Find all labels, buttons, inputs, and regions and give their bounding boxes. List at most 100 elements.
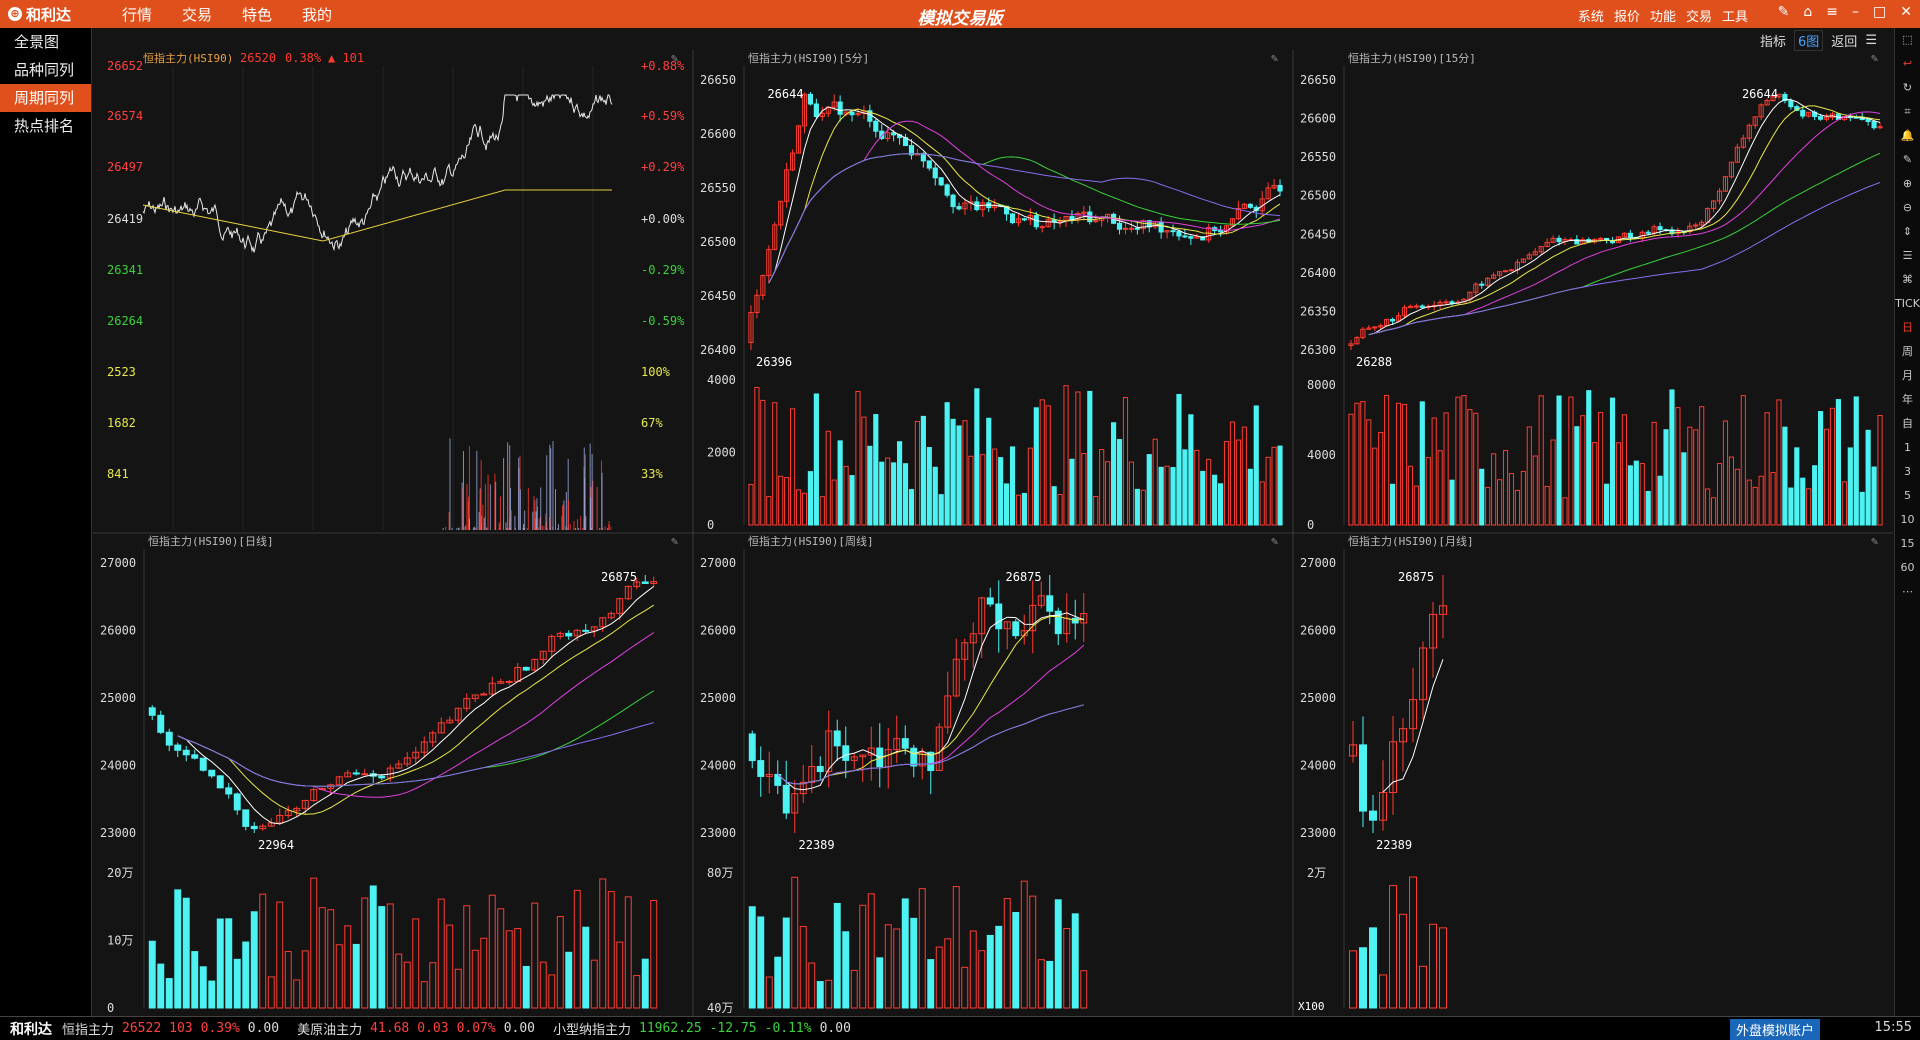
- menu-system[interactable]: 系统: [1578, 6, 1604, 25]
- vol-tick-label: 0: [707, 518, 714, 532]
- tool-2[interactable]: ↻: [1895, 76, 1920, 100]
- volume-bar: [1711, 497, 1717, 526]
- menu-market[interactable]: 行情: [122, 4, 152, 25]
- y-tick-label: 26000: [100, 624, 136, 638]
- tool-8[interactable]: ⇕: [1895, 220, 1920, 244]
- volume-bar: [1235, 439, 1241, 526]
- volume-bar: [157, 963, 165, 1009]
- volume-bar: [216, 918, 224, 1009]
- volume-bar: [893, 928, 901, 1009]
- candle: [1390, 318, 1396, 322]
- volume-bar: [897, 441, 903, 526]
- menu-trading[interactable]: 交易: [1686, 6, 1712, 25]
- nav-item-0[interactable]: 全景图: [0, 28, 91, 56]
- window-controls: ✎ ⌂ ≡ – □ ✕: [1778, 4, 1912, 20]
- volume-bar: [861, 416, 867, 526]
- volume-bar: [497, 908, 505, 1009]
- volume-bar: [199, 966, 207, 1009]
- candle: [782, 784, 790, 814]
- volume-bar: [901, 898, 909, 1009]
- volume-bar: [1194, 449, 1200, 526]
- tool-23[interactable]: ⋯: [1895, 580, 1920, 604]
- vol-tick-label: 0: [107, 1001, 114, 1015]
- tool-18[interactable]: 3: [1895, 460, 1920, 484]
- minimize-icon[interactable]: –: [1852, 4, 1859, 20]
- list-icon[interactable]: ☰: [1865, 33, 1877, 48]
- account-button[interactable]: 外盘模拟账户: [1729, 1019, 1820, 1040]
- volume-bar: [1806, 488, 1812, 526]
- layout-6-button[interactable]: 6图: [1794, 29, 1824, 51]
- tool-19[interactable]: 5: [1895, 484, 1920, 508]
- candle: [1598, 237, 1604, 240]
- volume-bar: [1075, 391, 1081, 526]
- volume-bar: [1491, 453, 1497, 526]
- volume-bar: [208, 980, 216, 1009]
- volume-bar: [910, 917, 918, 1009]
- indicator-button[interactable]: 指标: [1760, 31, 1786, 50]
- tool-6[interactable]: ⊕: [1895, 172, 1920, 196]
- menu-tools[interactable]: 工具: [1722, 6, 1748, 25]
- tool-10[interactable]: ⌘: [1895, 268, 1920, 292]
- tool-16[interactable]: 自: [1895, 412, 1920, 436]
- tool-0[interactable]: ⬚: [1895, 28, 1920, 52]
- tool-20[interactable]: 10: [1895, 508, 1920, 532]
- nav-item-2[interactable]: 周期同列: [0, 84, 91, 112]
- vol-tick-label: 2万: [1307, 866, 1326, 880]
- volume-bar: [980, 454, 986, 526]
- volume-bar: [974, 388, 980, 526]
- edit-icon[interactable]: ✎: [1778, 4, 1790, 20]
- candle: [926, 160, 932, 169]
- nav-item-1[interactable]: 品种同列: [0, 56, 91, 84]
- nav-item-3[interactable]: 热点排名: [0, 112, 91, 140]
- ticker-field: 0.00: [503, 1021, 536, 1036]
- menu-function[interactable]: 功能: [1650, 6, 1676, 25]
- tool-7[interactable]: ⊖: [1895, 196, 1920, 220]
- tool-5[interactable]: ✎: [1895, 148, 1920, 172]
- shirt-icon[interactable]: ⌂: [1803, 4, 1812, 20]
- menu-mine[interactable]: 我的: [302, 4, 332, 25]
- tool-4[interactable]: 🔔: [1895, 124, 1920, 148]
- menu-icon[interactable]: ≡: [1826, 4, 1838, 20]
- tool-9[interactable]: ☰: [1895, 244, 1920, 268]
- y-tick-label: 26600: [1300, 112, 1336, 126]
- volume-bar: [932, 466, 938, 526]
- tool-15[interactable]: 年: [1895, 388, 1920, 412]
- volume-bar: [1485, 486, 1491, 526]
- volume-bar: [876, 957, 884, 1009]
- ticker-2[interactable]: 小型纳指主力 11962.25 -12.75 -0.11% 0.00: [553, 1019, 851, 1038]
- volume-bar: [1841, 481, 1847, 526]
- tool-11[interactable]: TICK: [1895, 292, 1920, 316]
- volume-bar: [1039, 399, 1045, 526]
- tool-13[interactable]: 周: [1895, 340, 1920, 364]
- volume-bar: [284, 951, 292, 1009]
- edit-icon: ✎: [1871, 534, 1878, 548]
- volume-bar: [446, 924, 454, 1009]
- tool-1[interactable]: ↩: [1895, 52, 1920, 76]
- tool-3[interactable]: ⌗: [1895, 100, 1920, 124]
- tool-12[interactable]: 日: [1895, 316, 1920, 340]
- menu-quote[interactable]: 报价: [1614, 6, 1640, 25]
- intraday-title: 恒指主力(HSI90): [143, 51, 233, 65]
- volume-bar: [819, 496, 825, 526]
- ticker-field: -12.75: [709, 1021, 757, 1036]
- maximize-icon[interactable]: □: [1873, 4, 1886, 20]
- tool-21[interactable]: 15: [1895, 532, 1920, 556]
- volume-bar: [463, 905, 471, 1009]
- back-button[interactable]: 返回: [1831, 31, 1857, 50]
- menu-feature[interactable]: 特色: [242, 4, 272, 25]
- tool-14[interactable]: 月: [1895, 364, 1920, 388]
- menu-trade[interactable]: 交易: [182, 4, 212, 25]
- ticker-0[interactable]: 恒指主力 26522 103 0.39% 0.00: [62, 1019, 279, 1038]
- tool-17[interactable]: 1: [1895, 436, 1920, 460]
- candle: [1247, 203, 1253, 208]
- left-nav: 全景图 品种同列 周期同列 热点排名: [0, 28, 92, 1016]
- volume-bar: [891, 462, 897, 526]
- candle: [378, 775, 386, 779]
- volume-bar: [1027, 447, 1033, 526]
- chart-grid[interactable]: 恒指主力(HSI90) 26520 0.38% ▲ 101 ✎ 26652 +0.88% 26…: [93, 50, 1893, 1016]
- tool-22[interactable]: 60: [1895, 556, 1920, 580]
- volume-bar: [1621, 414, 1627, 526]
- candle: [901, 738, 909, 749]
- ticker-1[interactable]: 美原油主力 41.68 0.03 0.07% 0.00: [297, 1019, 535, 1038]
- close-icon[interactable]: ✕: [1900, 4, 1912, 20]
